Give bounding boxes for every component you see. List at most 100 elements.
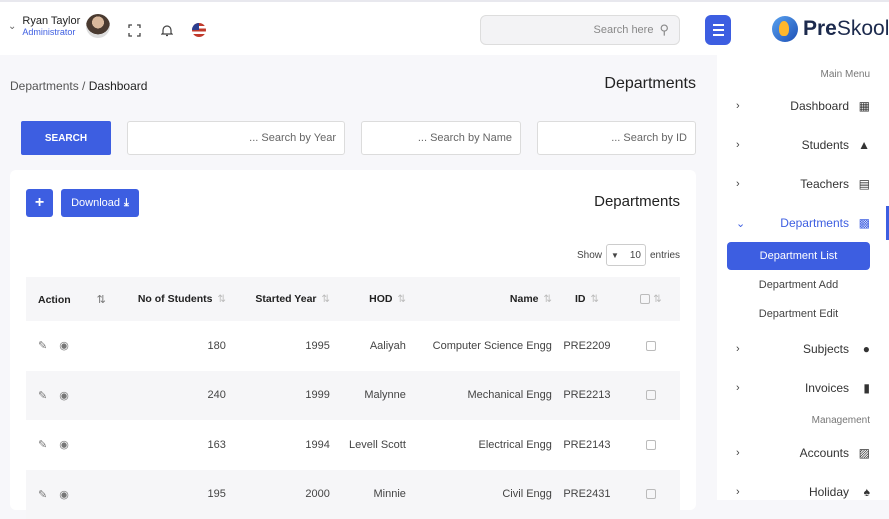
breadcrumb-separator: / xyxy=(82,79,85,93)
departments-table: Action⇅ No of Students⇅ Started Year⇅ HO… xyxy=(26,277,680,519)
edit-icon[interactable]: ✎ xyxy=(38,340,47,352)
cell-checkbox[interactable] xyxy=(622,321,680,371)
cell-students: 163 xyxy=(118,420,230,470)
cell-year: 2000 xyxy=(230,470,330,519)
sidebar-item-holiday[interactable]: › Holiday ♠ xyxy=(717,478,889,506)
sort-icon: ⇅ xyxy=(322,294,330,305)
user-info[interactable]: Ryan Taylor Administrator xyxy=(22,15,80,38)
avatar[interactable] xyxy=(86,14,110,38)
row-actions: ✎◉ xyxy=(26,371,118,421)
row-actions: ✎◉ xyxy=(26,470,118,519)
cell-name: Computer Science Engg xyxy=(406,321,552,371)
view-icon[interactable]: ◉ xyxy=(59,489,69,501)
sidebar-item-subjects[interactable]: › Subjects ● xyxy=(717,335,889,363)
bell-icon[interactable] xyxy=(157,20,177,40)
cell-name: Mechanical Engg xyxy=(406,371,552,421)
col-hod[interactable]: HOD⇅ xyxy=(330,277,406,321)
row-checkbox[interactable] xyxy=(646,440,656,450)
sidebar-item-accounts[interactable]: › Accounts ▨ xyxy=(717,439,889,467)
sidebar-item-students[interactable]: › Students ▲ xyxy=(717,131,889,159)
table-row: ✎◉ 195 2000 Minnie Civil Engg PRE2431 xyxy=(26,470,680,519)
sort-icon: ⇅ xyxy=(97,294,106,306)
col-name[interactable]: Name⇅ xyxy=(406,277,552,321)
cell-checkbox[interactable] xyxy=(622,371,680,421)
search-by-year-input[interactable]: ... Search by Year xyxy=(127,121,345,155)
chevron-right-icon: › xyxy=(736,382,740,394)
edit-icon[interactable]: ✎ xyxy=(38,489,47,501)
cell-name: Civil Engg xyxy=(406,470,552,519)
building-icon: ▩ xyxy=(859,216,870,230)
sidebar-item-label: Teachers xyxy=(800,177,849,191)
view-icon[interactable]: ◉ xyxy=(59,340,69,352)
brand-logo[interactable]: PreSkool xyxy=(772,16,889,42)
sidebar-item-dashboard[interactable]: › Dashboard ▦ xyxy=(717,92,889,120)
table-row: ✎◉ 163 1994 Levell Scott Electrical Engg… xyxy=(26,420,680,470)
add-department-button[interactable]: + xyxy=(26,189,53,217)
col-started-year[interactable]: Started Year⇅ xyxy=(230,277,330,321)
chevron-down-icon[interactable]: ⌄ xyxy=(8,21,16,32)
brand-name: PreSkool xyxy=(803,17,889,41)
row-checkbox[interactable] xyxy=(646,489,656,499)
search-by-name-input[interactable]: ... Search by Name xyxy=(361,121,521,155)
card-title: Departments xyxy=(594,193,680,210)
chevron-right-icon: › xyxy=(736,343,740,355)
search-by-id-input[interactable]: ... Search by ID xyxy=(537,121,696,155)
chevron-down-icon: ⌄ xyxy=(736,217,745,230)
sidebar-subitem-department-list[interactable]: Department List xyxy=(727,242,870,270)
fullscreen-icon[interactable] xyxy=(124,20,144,40)
entries-control: Show ▼ 10 entries xyxy=(577,244,680,266)
download-button[interactable]: Download ⤓ xyxy=(61,189,139,217)
top-search-input[interactable]: Search here ⚲ xyxy=(480,15,680,45)
sidebar-item-label: Departments xyxy=(780,216,849,230)
main-menu-heading: Main Menu xyxy=(821,69,870,80)
user-menu[interactable]: ⌄ Ryan Taylor Administrator xyxy=(8,14,110,38)
col-select-all[interactable]: ⇅ xyxy=(622,277,680,321)
cell-name: Electrical Engg xyxy=(406,420,552,470)
breadcrumb-parent[interactable]: Departments xyxy=(10,79,79,93)
cell-students: 240 xyxy=(118,371,230,421)
sidebar-item-label: Students xyxy=(802,138,849,152)
sidebar-item-invoices[interactable]: › Invoices ▮ xyxy=(717,374,889,402)
chevron-right-icon: › xyxy=(736,447,740,459)
cell-hod: Levell Scott xyxy=(330,420,406,470)
cell-checkbox[interactable] xyxy=(622,470,680,519)
download-label: Download xyxy=(71,197,120,209)
cell-hod: Minnie xyxy=(330,470,406,519)
file-invoice-icon: ▨ xyxy=(859,446,870,460)
download-icon: ⤓ xyxy=(124,197,129,210)
search-button[interactable]: SEARCH xyxy=(21,121,111,155)
menu-toggle-button[interactable] xyxy=(705,15,731,45)
entries-select[interactable]: ▼ 10 xyxy=(606,244,646,266)
search-icon[interactable]: ⚲ xyxy=(659,22,669,38)
breadcrumb: Departments / Dashboard xyxy=(10,79,147,93)
clipboard-icon: ▮ xyxy=(863,381,870,395)
sidebar-item-label: Subjects xyxy=(803,342,849,356)
edit-icon[interactable]: ✎ xyxy=(38,439,47,451)
sidebar-item-label: Accounts xyxy=(800,446,849,460)
sidebar-item-departments[interactable]: ⌄ Departments ▩ xyxy=(717,209,889,237)
sort-icon: ⇅ xyxy=(544,294,552,305)
sidebar-subitem-department-add[interactable]: Department Add xyxy=(727,271,870,299)
sidebar-item-label: Dashboard xyxy=(790,99,849,113)
view-icon[interactable]: ◉ xyxy=(59,439,69,451)
breadcrumb-current: Dashboard xyxy=(89,79,148,93)
cell-year: 1995 xyxy=(230,321,330,371)
row-checkbox[interactable] xyxy=(646,390,656,400)
sidebar-item-teachers[interactable]: › Teachers ▤ xyxy=(717,170,889,198)
table-header-row: Action⇅ No of Students⇅ Started Year⇅ HO… xyxy=(26,277,680,321)
top-bar: ⌄ Ryan Taylor Administrator Search here … xyxy=(0,0,889,55)
edit-icon[interactable]: ✎ xyxy=(38,390,47,402)
sort-icon: ⇅ xyxy=(590,294,598,305)
col-action[interactable]: Action⇅ xyxy=(26,277,118,321)
row-checkbox[interactable] xyxy=(646,341,656,351)
graduation-cap-icon: ▲ xyxy=(858,138,870,152)
view-icon[interactable]: ◉ xyxy=(59,390,69,402)
cell-id: PRE2143 xyxy=(552,420,622,470)
chalkboard-teacher-icon: ▤ xyxy=(859,177,870,191)
row-actions: ✎◉ xyxy=(26,420,118,470)
sidebar-subitem-department-edit[interactable]: Department Edit xyxy=(727,300,870,328)
cell-checkbox[interactable] xyxy=(622,420,680,470)
us-flag-icon[interactable] xyxy=(189,20,209,40)
col-students[interactable]: No of Students⇅ xyxy=(118,277,230,321)
col-id[interactable]: ID⇅ xyxy=(552,277,622,321)
